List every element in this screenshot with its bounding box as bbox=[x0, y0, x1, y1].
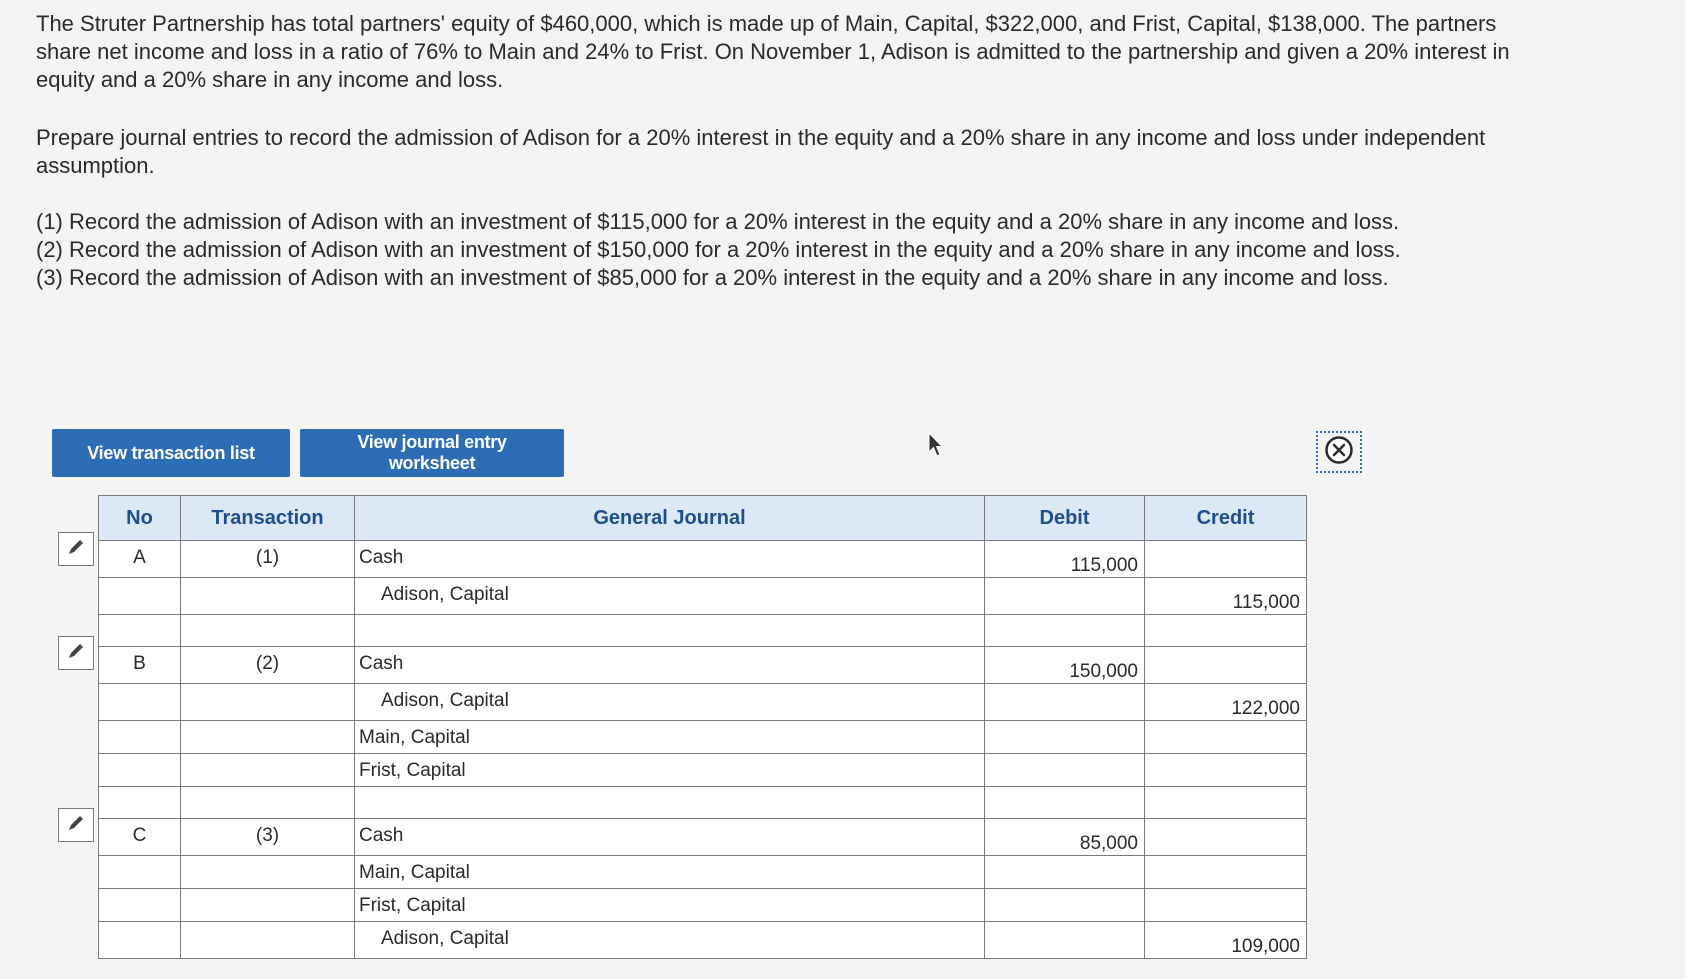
question-item-1: (1) Record the admission of Adison with … bbox=[36, 209, 1400, 234]
transaction-ref bbox=[180, 888, 355, 922]
table-row bbox=[98, 786, 1307, 819]
table-row[interactable]: Adison, Capital 109,000 bbox=[98, 921, 1307, 959]
debit-amount[interactable]: 115,000 bbox=[984, 540, 1145, 578]
transaction-ref bbox=[180, 753, 355, 787]
entry-no bbox=[98, 786, 181, 819]
transaction-ref: (2) bbox=[180, 646, 355, 684]
debit-amount[interactable]: 85,000 bbox=[984, 818, 1145, 856]
entry-no bbox=[98, 614, 181, 647]
table-row[interactable]: Main, Capital bbox=[98, 855, 1307, 889]
table-row bbox=[98, 614, 1307, 647]
edit-entry-b-button[interactable] bbox=[58, 636, 94, 670]
edit-entry-a-button[interactable] bbox=[58, 532, 94, 566]
credit-amount[interactable]: 109,000 bbox=[1144, 921, 1307, 959]
transaction-ref bbox=[180, 921, 355, 959]
account-name[interactable]: Adison, Capital bbox=[354, 683, 985, 721]
credit-amount[interactable] bbox=[1144, 855, 1307, 889]
debit-amount[interactable] bbox=[984, 753, 1145, 787]
transaction-ref bbox=[180, 577, 355, 615]
entry-no bbox=[98, 855, 181, 889]
account-name[interactable]: Cash bbox=[354, 818, 985, 856]
question-item-2: (2) Record the admission of Adison with … bbox=[36, 237, 1401, 262]
column-header-general-journal: General Journal bbox=[354, 495, 985, 541]
transaction-ref bbox=[180, 786, 355, 819]
account-name[interactable]: Cash bbox=[354, 540, 985, 578]
table-row[interactable]: Frist, Capital bbox=[98, 888, 1307, 922]
debit-amount[interactable] bbox=[984, 921, 1145, 959]
credit-amount bbox=[1144, 786, 1307, 819]
entry-no bbox=[98, 683, 181, 721]
close-circle-icon bbox=[1324, 435, 1354, 470]
credit-amount[interactable] bbox=[1144, 753, 1307, 787]
account-name[interactable]: Cash bbox=[354, 646, 985, 684]
transaction-ref: (1) bbox=[180, 540, 355, 578]
column-header-debit: Debit bbox=[984, 495, 1145, 541]
table-row[interactable]: Frist, Capital bbox=[98, 753, 1307, 787]
table-row[interactable]: Adison, Capital 115,000 bbox=[98, 577, 1307, 615]
question-text: The Struter Partnership has total partne… bbox=[36, 10, 1516, 292]
debit-amount[interactable] bbox=[984, 855, 1145, 889]
pencil-icon bbox=[66, 537, 86, 562]
account-name[interactable]: Frist, Capital bbox=[354, 888, 985, 922]
table-row[interactable]: Adison, Capital 122,000 bbox=[98, 683, 1307, 721]
debit-amount[interactable] bbox=[984, 888, 1145, 922]
debit-amount[interactable]: 150,000 bbox=[984, 646, 1145, 684]
question-intro: The Struter Partnership has total partne… bbox=[36, 11, 1510, 92]
transaction-ref bbox=[180, 855, 355, 889]
debit-amount bbox=[984, 786, 1145, 819]
account-name[interactable]: Main, Capital bbox=[354, 720, 985, 754]
table-row[interactable]: A (1) Cash 115,000 bbox=[98, 540, 1307, 578]
account-name[interactable]: Adison, Capital bbox=[354, 921, 985, 959]
view-journal-entry-worksheet-button[interactable]: View journal entry worksheet bbox=[300, 429, 564, 477]
mouse-pointer-icon bbox=[928, 431, 944, 463]
edit-entry-c-button[interactable] bbox=[58, 808, 94, 842]
debit-amount[interactable] bbox=[984, 683, 1145, 721]
debit-amount[interactable] bbox=[984, 577, 1145, 615]
account-name bbox=[354, 786, 985, 819]
table-row[interactable]: Main, Capital bbox=[98, 720, 1307, 754]
credit-amount[interactable] bbox=[1144, 818, 1307, 856]
debit-amount[interactable] bbox=[984, 720, 1145, 754]
entry-no: B bbox=[98, 646, 181, 684]
account-name bbox=[354, 614, 985, 647]
transaction-ref bbox=[180, 614, 355, 647]
account-name[interactable]: Adison, Capital bbox=[354, 577, 985, 615]
account-name[interactable]: Frist, Capital bbox=[354, 753, 985, 787]
question-item-3: (3) Record the admission of Adison with … bbox=[36, 265, 1389, 290]
entry-no bbox=[98, 577, 181, 615]
transaction-ref bbox=[180, 720, 355, 754]
entry-no bbox=[98, 753, 181, 787]
credit-amount[interactable] bbox=[1144, 540, 1307, 578]
credit-amount[interactable] bbox=[1144, 646, 1307, 684]
debit-amount bbox=[984, 614, 1145, 647]
entry-no bbox=[98, 720, 181, 754]
column-header-no: No bbox=[98, 495, 181, 541]
transaction-ref bbox=[180, 683, 355, 721]
journal-header-row: No Transaction General Journal Debit Cre… bbox=[98, 495, 1307, 541]
entry-no bbox=[98, 921, 181, 959]
table-row[interactable]: B (2) Cash 150,000 bbox=[98, 646, 1307, 684]
question-prompt: Prepare journal entries to record the ad… bbox=[36, 125, 1486, 178]
pencil-icon bbox=[66, 813, 86, 838]
credit-amount[interactable]: 115,000 bbox=[1144, 577, 1307, 615]
credit-amount[interactable] bbox=[1144, 720, 1307, 754]
account-name[interactable]: Main, Capital bbox=[354, 855, 985, 889]
entry-no: C bbox=[98, 818, 181, 856]
pencil-icon bbox=[66, 641, 86, 666]
entry-no: A bbox=[98, 540, 181, 578]
table-row[interactable]: C (3) Cash 85,000 bbox=[98, 818, 1307, 856]
column-header-credit: Credit bbox=[1144, 495, 1307, 541]
transaction-ref: (3) bbox=[180, 818, 355, 856]
credit-amount[interactable]: 122,000 bbox=[1144, 683, 1307, 721]
credit-amount bbox=[1144, 614, 1307, 647]
close-button[interactable] bbox=[1316, 431, 1362, 473]
credit-amount[interactable] bbox=[1144, 888, 1307, 922]
general-journal-table: No Transaction General Journal Debit Cre… bbox=[98, 495, 1307, 959]
column-header-transaction: Transaction bbox=[180, 495, 355, 541]
entry-no bbox=[98, 888, 181, 922]
view-transaction-list-button[interactable]: View transaction list bbox=[52, 429, 290, 477]
